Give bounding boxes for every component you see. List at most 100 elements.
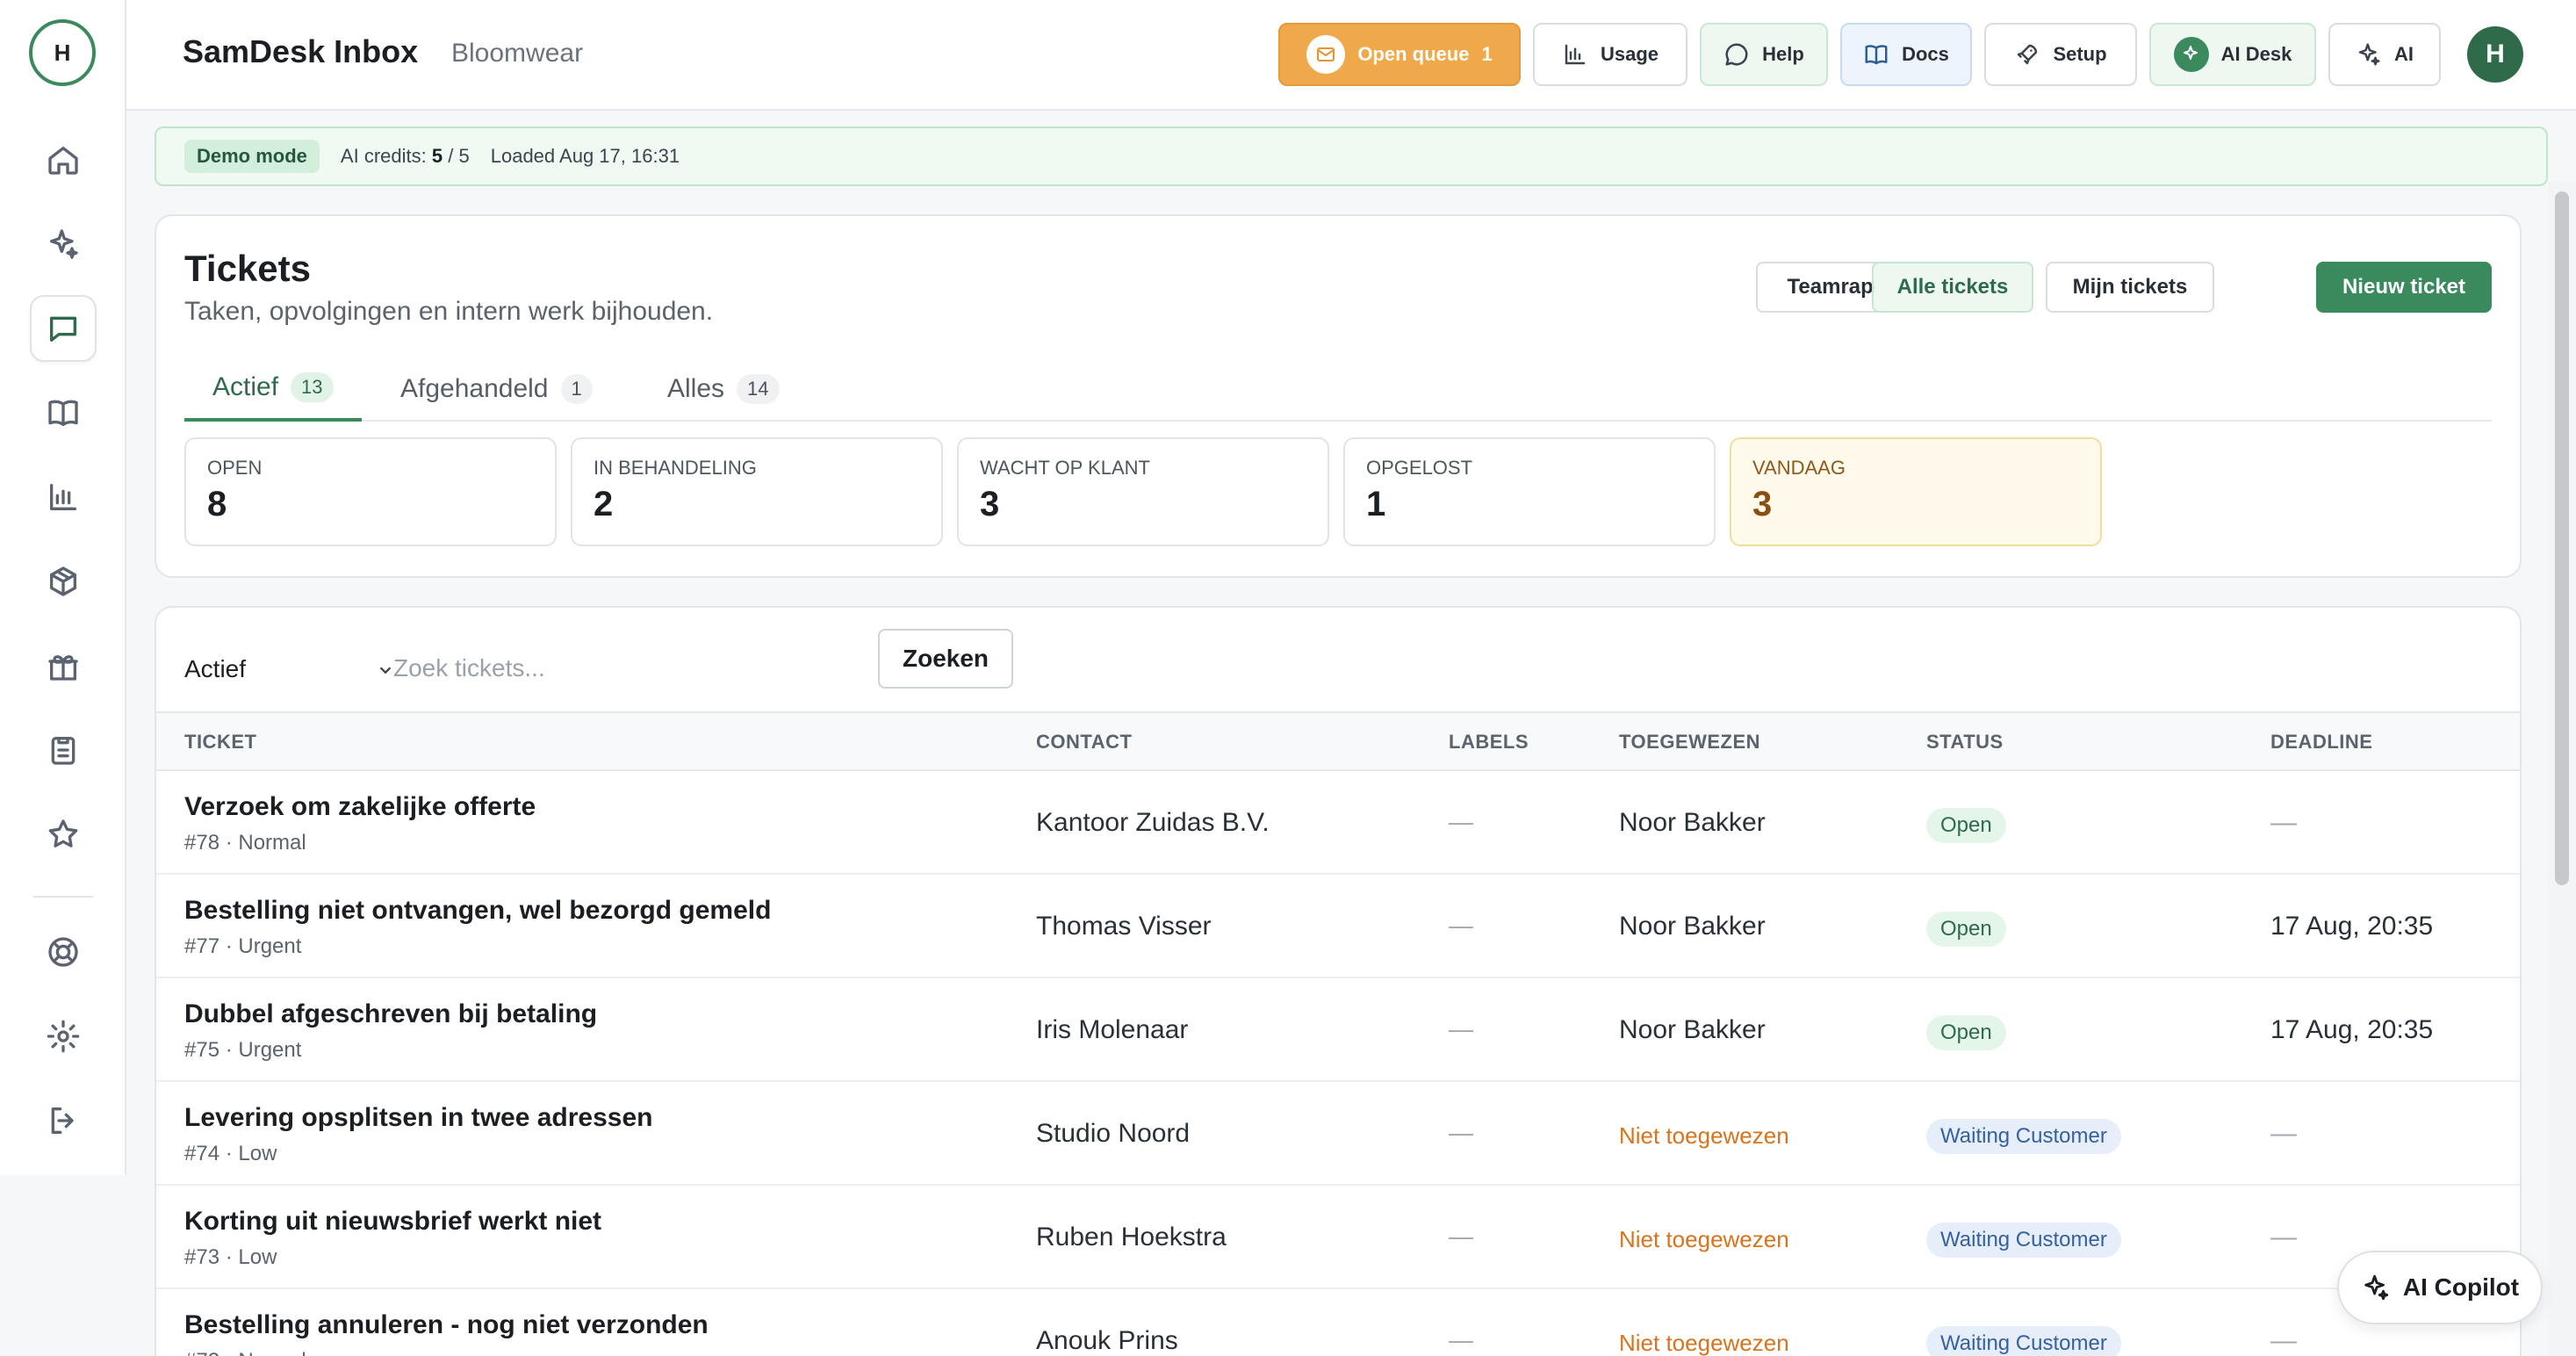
column-contact[interactable]: CONTACT <box>1036 731 1132 754</box>
ticket-meta: #75 · Urgent <box>184 1038 302 1062</box>
search-button[interactable]: Zoeken <box>878 629 1013 689</box>
status-badge: Open <box>1926 808 2006 843</box>
ticket-assignee: Niet toegewezen <box>1619 1330 1789 1356</box>
status-badge: Waiting Customer <box>1926 1326 2121 1356</box>
book-icon[interactable] <box>30 379 97 446</box>
column-deadline[interactable]: DEADLINE <box>2270 731 2372 754</box>
page-scrollbar[interactable] <box>2548 181 2576 1356</box>
ai-button[interactable]: AI <box>2328 23 2441 86</box>
my-tickets-button[interactable]: Mijn tickets <box>2046 262 2214 313</box>
gear-icon[interactable] <box>30 1003 97 1070</box>
ticket-meta: #77 · Urgent <box>184 934 302 958</box>
table-row[interactable]: Verzoek om zakelijke offerte #78 · Norma… <box>156 771 2520 875</box>
ticket-labels: — <box>1449 1119 1473 1146</box>
search-input[interactable] <box>393 641 850 696</box>
setup-button[interactable]: Setup <box>1984 23 2137 86</box>
ai-desk-button[interactable]: AI Desk <box>2149 23 2316 86</box>
scrollbar-thumb[interactable] <box>2555 191 2569 885</box>
workspace-logo[interactable]: H <box>29 19 96 86</box>
lifebuoy-icon[interactable] <box>30 919 97 985</box>
chart-icon[interactable] <box>30 464 97 530</box>
column-ticket[interactable]: TICKET <box>184 731 256 754</box>
ticket-contact: Anouk Prins <box>1036 1326 1178 1355</box>
chat-bubble-icon <box>1725 43 1748 66</box>
rocket-icon <box>2018 44 2038 65</box>
column-labels[interactable]: LABELS <box>1449 731 1529 754</box>
ticket-contact: Iris Molenaar <box>1036 1015 1189 1044</box>
ai-desk-icon <box>2173 37 2209 72</box>
workspace-name: Bloomwear <box>451 39 584 68</box>
table-row[interactable]: Korting uit nieuwsbrief werkt niet #73 ·… <box>156 1186 2520 1289</box>
sparkles-icon <box>2358 43 2380 66</box>
stat-opgelost: Opgelost 1 <box>1343 437 1716 546</box>
ticket-meta: #74 · Low <box>184 1142 277 1165</box>
chevron-down-icon <box>379 667 392 674</box>
open-queue-count: 1 <box>1481 43 1493 65</box>
user-avatar[interactable]: H <box>2467 26 2523 83</box>
ticket-title[interactable]: Bestelling niet ontvangen, wel bezorgd g… <box>184 896 771 926</box>
home-icon[interactable] <box>30 126 97 193</box>
tab-afgehandeld[interactable]: Afgehandeld 1 <box>400 357 593 422</box>
package-icon[interactable] <box>30 548 97 615</box>
star-icon[interactable] <box>30 801 97 868</box>
stat-in-behandeling: In behandeling 2 <box>571 437 943 546</box>
tickets-overview-card: Tickets Taken, opvolgingen en intern wer… <box>155 214 2522 578</box>
sidebar-divider <box>33 896 93 898</box>
logout-icon[interactable] <box>30 1087 97 1154</box>
ticket-title[interactable]: Bestelling annuleren - nog niet verzonde… <box>184 1310 709 1340</box>
ticket-title[interactable]: Korting uit nieuwsbrief werkt niet <box>184 1207 601 1237</box>
ticket-assignee: Niet toegewezen <box>1619 1226 1789 1252</box>
tab-count: 14 <box>737 374 780 404</box>
demo-mode-badge: Demo mode <box>184 140 320 173</box>
sparkles-icon[interactable] <box>30 211 97 278</box>
ticket-labels: — <box>1449 912 1473 939</box>
all-tickets-button[interactable]: Alle tickets <box>1872 262 2033 313</box>
column-status[interactable]: STATUS <box>1926 731 2004 754</box>
app-title: SamDesk Inbox <box>183 33 419 69</box>
ticket-labels: — <box>1449 1223 1473 1250</box>
status-badge: Open <box>1926 912 2006 947</box>
column-toegewezen[interactable]: TOEGEWEZEN <box>1619 731 1760 754</box>
table-row[interactable]: Dubbel afgeschreven bij betaling #75 · U… <box>156 978 2520 1082</box>
ticket-title[interactable]: Dubbel afgeschreven bij betaling <box>184 999 597 1029</box>
ticket-title[interactable]: Verzoek om zakelijke offerte <box>184 792 536 822</box>
ticket-contact: Ruben Hoekstra <box>1036 1223 1227 1251</box>
tab-count: 13 <box>291 372 334 402</box>
open-book-icon <box>1865 45 1888 65</box>
sidebar: H <box>0 0 126 1356</box>
ticket-deadline: — <box>2270 1326 2297 1355</box>
gift-icon[interactable] <box>30 632 97 699</box>
ticket-list-card: Actief Zoeken TICKET CONTACT LABELS TOEG… <box>155 606 2522 1356</box>
chat-icon[interactable] <box>30 295 97 362</box>
ticket-tabs: Actief 13 Afgehandeld 1 Alles 14 <box>184 357 2492 422</box>
open-queue-button[interactable]: Open queue 1 <box>1278 23 1521 86</box>
tab-alles[interactable]: Alles 14 <box>667 357 780 422</box>
ticket-deadline: — <box>2270 1223 2297 1251</box>
ai-copilot-button[interactable]: AI Copilot <box>2337 1251 2543 1324</box>
clipboard-icon[interactable] <box>30 717 97 783</box>
ticket-meta: #78 · Normal <box>184 831 306 855</box>
new-ticket-button[interactable]: Nieuw ticket <box>2316 262 2492 313</box>
ticket-meta: #73 · Low <box>184 1245 277 1269</box>
usage-button[interactable]: Usage <box>1533 23 1687 86</box>
ticket-assignee: Niet toegewezen <box>1619 1122 1789 1149</box>
table-row[interactable]: Bestelling annuleren - nog niet verzonde… <box>156 1289 2520 1356</box>
ticket-contact: Kantoor Zuidas B.V. <box>1036 808 1270 837</box>
stat-wacht-op-klant: Wacht op klant 3 <box>957 437 1329 546</box>
ticket-title[interactable]: Levering opsplitsen in twee adressen <box>184 1103 653 1133</box>
ticket-deadline: — <box>2270 808 2297 837</box>
status-filter-select[interactable]: Actief <box>184 643 395 696</box>
tab-actief[interactable]: Actief 13 <box>184 357 362 422</box>
docs-button[interactable]: Docs <box>1840 23 1972 86</box>
table-row[interactable]: Bestelling niet ontvangen, wel bezorgd g… <box>156 875 2520 978</box>
top-header: SamDesk Inbox Bloomwear Open queue 1 Usa… <box>126 0 2576 111</box>
stat-vandaag: Vandaag 3 <box>1730 437 2102 546</box>
ticket-assignee: Noor Bakker <box>1619 912 1766 941</box>
help-button[interactable]: Help <box>1700 23 1828 86</box>
ticket-meta: #72 · Normal <box>184 1349 306 1356</box>
status-badge: Waiting Customer <box>1926 1119 2121 1154</box>
table-row[interactable]: Levering opsplitsen in twee adressen #74… <box>156 1082 2520 1186</box>
stat-open: Open 8 <box>184 437 557 546</box>
ticket-labels: — <box>1449 1326 1473 1353</box>
ticket-deadline: 17 Aug, 20:35 <box>2270 912 2434 941</box>
